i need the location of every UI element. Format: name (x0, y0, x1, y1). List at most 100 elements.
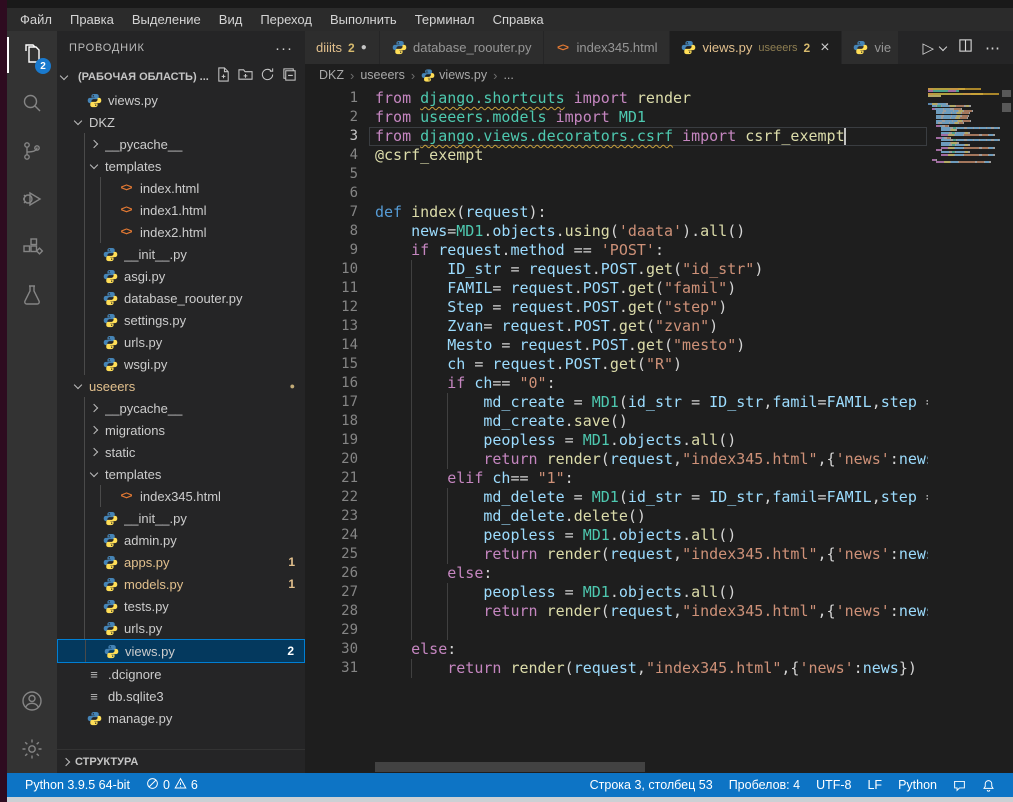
code-line-25[interactable]: 25 return render(request,"index345.html"… (305, 545, 1013, 564)
tree-item-useeers[interactable]: useeers● (57, 375, 305, 397)
outline-section-header[interactable]: СТРУКТУРА (57, 749, 305, 773)
tree-item-.dcignore[interactable]: ≡.dcignore (57, 663, 305, 685)
eol-status[interactable]: LF (859, 778, 890, 792)
menu-item-6[interactable]: Терминал (406, 10, 484, 29)
menu-item-2[interactable]: Выделение (123, 10, 210, 29)
code-line-13[interactable]: 13 Zvan= request.POST.get("zvan") (305, 317, 1013, 336)
code-line-28[interactable]: 28 return render(request,"index345.html"… (305, 602, 1013, 621)
code-line-19[interactable]: 19 peopless = MD1.objects.all() (305, 431, 1013, 450)
new-folder-icon[interactable] (238, 67, 253, 87)
code-line-4[interactable]: 4@csrf_exempt (305, 146, 1013, 165)
code-line-10[interactable]: 10 ID_str = request.POST.get("id_str") (305, 260, 1013, 279)
activity-testing-icon[interactable] (7, 271, 57, 319)
tree-item-settings.py[interactable]: settings.py (57, 309, 305, 331)
tree-item-index1.html[interactable]: <>index1.html (57, 199, 305, 221)
tree-item-admin.py[interactable]: admin.py (57, 529, 305, 551)
code-line-12[interactable]: 12 Step = request.POST.get("step") (305, 298, 1013, 317)
code-line-27[interactable]: 27 peopless = MD1.objects.all() (305, 583, 1013, 602)
tree-item-views.py[interactable]: views.py (57, 89, 305, 111)
tab-views.py[interactable]: views.pyuseeers2× (670, 31, 842, 64)
breadcrumb-item-...[interactable]: ... (503, 68, 513, 82)
activity-search-icon[interactable] (7, 79, 57, 127)
code-line-16[interactable]: 16 if ch== "0": (305, 374, 1013, 393)
code-line-2[interactable]: 2from useeers.models import MD1 (305, 108, 1013, 127)
menu-item-4[interactable]: Переход (251, 10, 321, 29)
tab-vie[interactable]: vie (842, 31, 899, 64)
notifications-bell-icon[interactable] (974, 779, 1003, 792)
activity-account-icon[interactable] (7, 677, 57, 725)
tree-item-database_roouter.py[interactable]: database_roouter.py (57, 287, 305, 309)
tree-item-apps.py[interactable]: apps.py1 (57, 551, 305, 573)
activity-run-and-debug-icon[interactable] (7, 175, 57, 223)
menu-item-5[interactable]: Выполнить (321, 10, 406, 29)
code-line-31[interactable]: 31 return render(request,"index345.html"… (305, 659, 1013, 678)
code-line-6[interactable]: 6 (305, 184, 1013, 203)
breadcrumb-item-views.py[interactable]: views.py (421, 68, 487, 82)
code-line-3[interactable]: 3from django.views.decorators.csrf impor… (305, 127, 1013, 146)
tree-item-static[interactable]: static (57, 441, 305, 463)
tree-item-__init__.py[interactable]: __init__.py (57, 507, 305, 529)
horizontal-scrollbar[interactable] (375, 762, 645, 772)
dirty-dot-icon[interactable]: ● (361, 42, 367, 53)
minimap[interactable] (928, 86, 1000, 773)
code-line-26[interactable]: 26 else: (305, 564, 1013, 583)
code-line-11[interactable]: 11 FAMIL= request.POST.get("famil") (305, 279, 1013, 298)
tree-item-models.py[interactable]: models.py1 (57, 573, 305, 595)
menu-item-1[interactable]: Правка (61, 10, 123, 29)
language-mode-status[interactable]: Python (890, 778, 945, 792)
tree-item-urls.py[interactable]: urls.py (57, 617, 305, 639)
tree-item-asgi.py[interactable]: asgi.py (57, 265, 305, 287)
tab-diiits[interactable]: diiits2● (305, 31, 380, 64)
code-line-5[interactable]: 5 (305, 165, 1013, 184)
cursor-position-status[interactable]: Строка 3, столбец 53 (582, 778, 721, 792)
tree-item-__pycache__[interactable]: __pycache__ (57, 133, 305, 155)
code-line-23[interactable]: 23 md_delete.delete() (305, 507, 1013, 526)
feedback-icon[interactable] (945, 779, 974, 792)
code-line-18[interactable]: 18 md_create.save() (305, 412, 1013, 431)
run-python-file-icon[interactable]: ▷ (922, 39, 934, 57)
code-line-8[interactable]: 8 news=MD1.objects.using('daata').all() (305, 222, 1013, 241)
tab-database_roouter.py[interactable]: database_roouter.py (380, 31, 544, 64)
menu-item-0[interactable]: Файл (11, 10, 61, 29)
code-line-20[interactable]: 20 return render(request,"index345.html"… (305, 450, 1013, 469)
tree-item-views.py[interactable]: views.py2 (57, 639, 305, 663)
python-interpreter-status[interactable]: Python 3.9.5 64-bit (17, 773, 138, 797)
editor-more-icon[interactable]: ⋯ (985, 39, 1001, 57)
menu-item-3[interactable]: Вид (210, 10, 252, 29)
new-file-icon[interactable] (216, 67, 231, 87)
tree-item-templates[interactable]: templates (57, 463, 305, 485)
indentation-status[interactable]: Пробелов: 4 (721, 778, 808, 792)
overview-ruler[interactable] (1000, 86, 1013, 773)
problems-status[interactable]: 06 (138, 773, 206, 797)
code-line-29[interactable]: 29 (305, 621, 1013, 640)
tree-item-index345.html[interactable]: <>index345.html (57, 485, 305, 507)
run-dropdown-icon[interactable] (939, 42, 947, 50)
tree-item-index2.html[interactable]: <>index2.html (57, 221, 305, 243)
code-line-7[interactable]: 7def index(request): (305, 203, 1013, 222)
code-line-24[interactable]: 24 peopless = MD1.objects.all() (305, 526, 1013, 545)
code-line-14[interactable]: 14 Mesto = request.POST.get("mesto") (305, 336, 1013, 355)
breadcrumb-item-DKZ[interactable]: DKZ (319, 68, 344, 82)
activity-source-control-icon[interactable] (7, 127, 57, 175)
menu-item-7[interactable]: Справка (484, 10, 553, 29)
tree-item-wsgi.py[interactable]: wsgi.py (57, 353, 305, 375)
collapse-all-icon[interactable] (282, 67, 297, 87)
split-editor-icon[interactable] (958, 38, 973, 58)
tree-item-urls.py[interactable]: urls.py (57, 331, 305, 353)
code-line-9[interactable]: 9 if request.method == 'POST': (305, 241, 1013, 260)
breadcrumb-item-useeers[interactable]: useeers (360, 68, 404, 82)
tab-index345.html[interactable]: <>index345.html (544, 31, 670, 64)
code-editor[interactable]: 1from django.shortcuts import render2fro… (305, 86, 1013, 773)
code-line-1[interactable]: 1from django.shortcuts import render (305, 89, 1013, 108)
code-line-22[interactable]: 22 md_delete = MD1(id_str = ID_str,famil… (305, 488, 1013, 507)
encoding-status[interactable]: UTF-8 (808, 778, 859, 792)
tree-item-migrations[interactable]: migrations (57, 419, 305, 441)
code-line-17[interactable]: 17 md_create = MD1(id_str = ID_str,famil… (305, 393, 1013, 412)
tree-item-__pycache__[interactable]: __pycache__ (57, 397, 305, 419)
tree-item-index.html[interactable]: <>index.html (57, 177, 305, 199)
activity-settings-icon[interactable] (7, 725, 57, 773)
activity-explorer-icon[interactable]: 2 (7, 31, 57, 79)
code-line-30[interactable]: 30 else: (305, 640, 1013, 659)
refresh-icon[interactable] (260, 67, 275, 87)
tree-item-templates[interactable]: templates (57, 155, 305, 177)
